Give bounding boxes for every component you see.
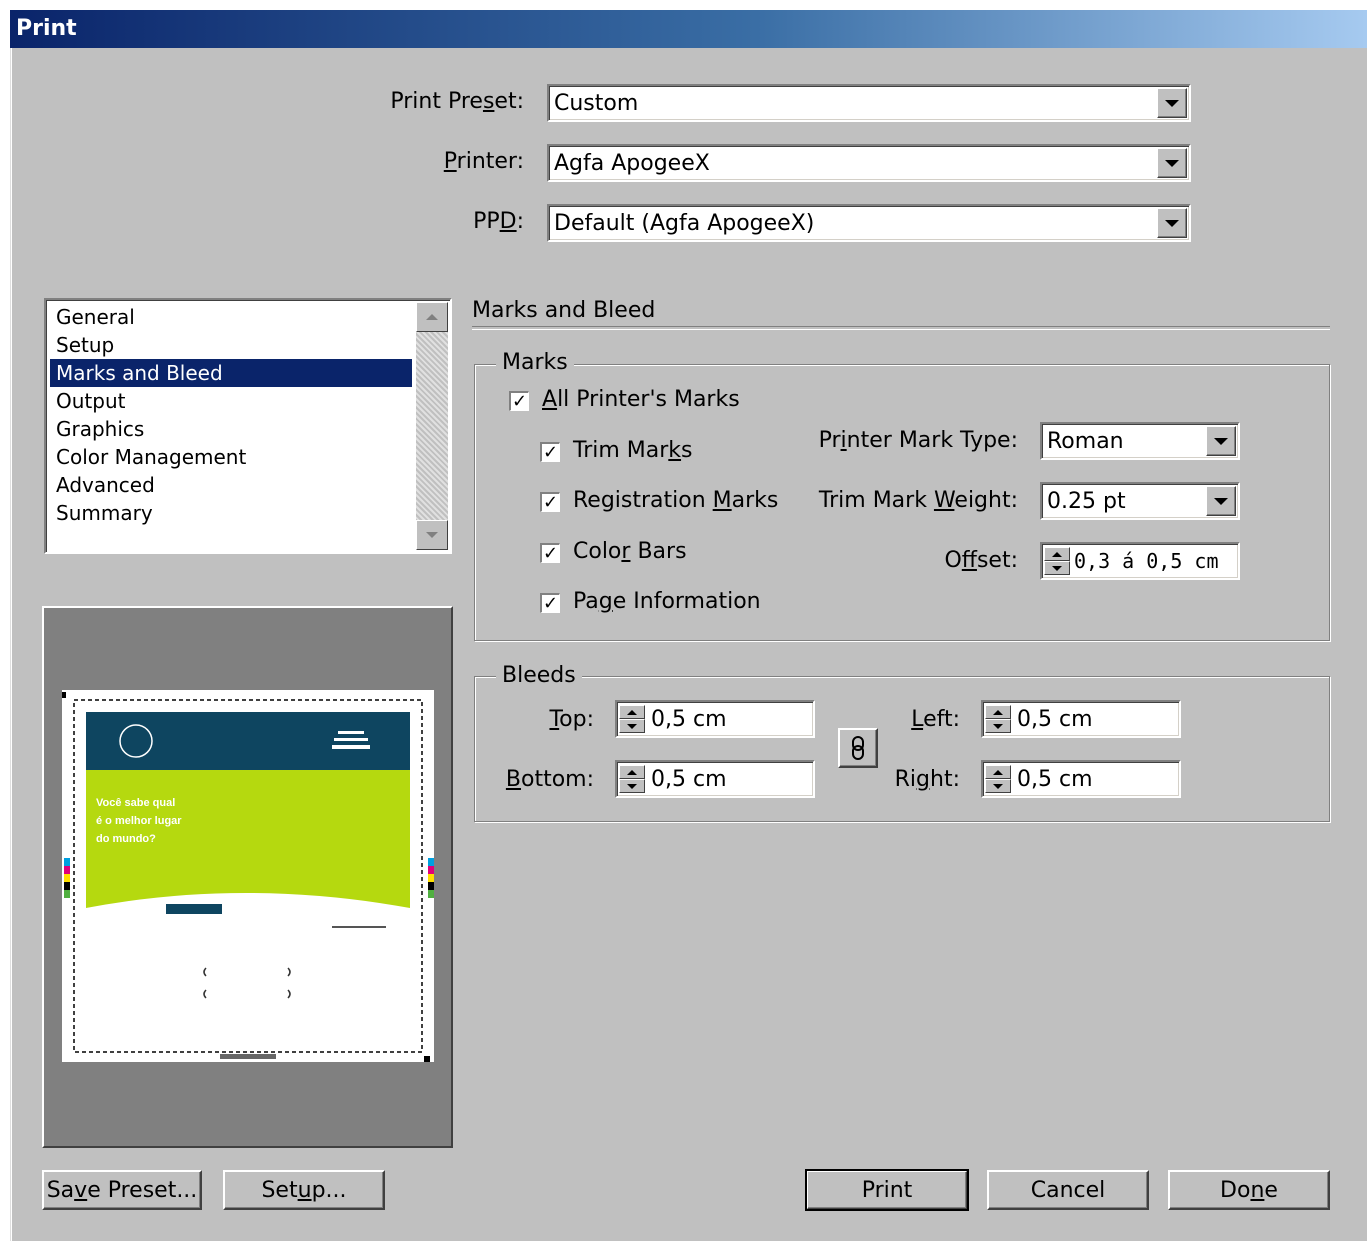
ppd-dropdown[interactable]: Default (Agfa ApogeeX) xyxy=(547,204,1191,242)
bleed-bottom-stepper[interactable] xyxy=(619,765,645,793)
chain-link-icon[interactable] xyxy=(838,728,878,768)
registration-marks-label[interactable]: Registration Marks xyxy=(573,487,778,515)
bleed-right-label: Right: xyxy=(894,767,960,792)
bleeds-group-title: Bleeds xyxy=(496,662,582,690)
chevron-down-icon[interactable] xyxy=(1157,88,1187,118)
setup-button[interactable]: Setup... xyxy=(223,1170,385,1210)
print-preset-value: Custom xyxy=(554,90,639,116)
trim-mark-weight-dropdown[interactable]: 0.25 pt xyxy=(1040,482,1240,520)
category-color-management[interactable]: Color Management xyxy=(50,443,412,471)
offset-label: Offset: xyxy=(944,548,1018,573)
trim-mark-weight-value: 0.25 pt xyxy=(1047,488,1126,514)
bleed-right-value: 0,5 cm xyxy=(1017,766,1093,792)
page-information-checkbox[interactable]: ✓ xyxy=(540,593,560,613)
bleed-top-field[interactable]: 0,5 cm xyxy=(615,700,815,738)
scroll-up-icon[interactable] xyxy=(416,302,448,332)
list-scrollbar[interactable] xyxy=(416,302,448,550)
page-information-label[interactable]: Page Information xyxy=(573,588,761,616)
stepper-down-icon[interactable] xyxy=(1044,561,1070,575)
bleed-left-label: Left: xyxy=(911,707,960,732)
print-preview: Você sabe qual é o melhor lugar do mundo… xyxy=(42,606,453,1148)
category-output[interactable]: Output xyxy=(50,387,412,415)
offset-field[interactable]: 0,3 á 0,5 cm xyxy=(1040,542,1240,580)
category-setup[interactable]: Setup xyxy=(50,331,412,359)
ppd-label: PPD: xyxy=(473,209,524,234)
trim-mark-weight-label: Trim Mark Weight: xyxy=(818,488,1018,513)
print-preset-label: Print Preset: xyxy=(390,89,524,114)
print-button[interactable]: Print xyxy=(805,1169,969,1211)
bleed-top-value: 0,5 cm xyxy=(651,706,727,732)
color-bars-label[interactable]: Color Bars xyxy=(573,538,687,566)
preview-headline-3: do mundo? xyxy=(96,833,156,845)
stepper-down-icon[interactable] xyxy=(985,779,1011,793)
bleed-bottom-value: 0,5 cm xyxy=(651,766,727,792)
category-advanced[interactable]: Advanced xyxy=(50,471,412,499)
category-marks-and-bleed[interactable]: Marks and Bleed xyxy=(50,359,412,387)
bleed-left-stepper[interactable] xyxy=(985,705,1011,733)
color-bars-checkbox[interactable]: ✓ xyxy=(540,543,560,563)
printer-mark-type-dropdown[interactable]: Roman xyxy=(1040,422,1240,460)
page-preview-image: Você sabe qual é o melhor lugar do mundo… xyxy=(62,690,434,1062)
chevron-down-icon[interactable] xyxy=(1206,426,1236,456)
bleeds-group xyxy=(474,676,1330,822)
bleed-right-stepper[interactable] xyxy=(985,765,1011,793)
marks-group-title: Marks xyxy=(496,349,574,377)
printer-dropdown[interactable]: Agfa ApogeeX xyxy=(547,144,1191,182)
offset-value: 0,3 á 0,5 cm xyxy=(1074,549,1219,573)
panel-title: Marks and Bleed xyxy=(472,298,656,323)
preview-headline-1: Você sabe qual xyxy=(96,797,175,809)
chevron-down-icon[interactable] xyxy=(1157,208,1187,238)
category-general[interactable]: General xyxy=(50,303,412,331)
category-list[interactable]: General Setup Marks and Bleed Output Gra… xyxy=(44,298,452,554)
save-preset-button[interactable]: Save Preset... xyxy=(42,1170,202,1210)
bleed-top-stepper[interactable] xyxy=(619,705,645,733)
done-button[interactable]: Done xyxy=(1168,1170,1330,1210)
bleed-top-label: Top: xyxy=(549,707,594,732)
stepper-down-icon[interactable] xyxy=(985,719,1011,733)
bleed-right-field[interactable]: 0,5 cm xyxy=(981,760,1181,798)
bleed-bottom-label: Bottom: xyxy=(505,767,594,792)
trim-marks-label[interactable]: Trim Marks xyxy=(573,437,693,465)
stepper-up-icon[interactable] xyxy=(985,765,1011,779)
category-summary[interactable]: Summary xyxy=(50,499,412,527)
bleed-bottom-field[interactable]: 0,5 cm xyxy=(615,760,815,798)
printer-label: Printer: xyxy=(443,149,524,174)
offset-stepper[interactable] xyxy=(1044,547,1070,575)
category-graphics[interactable]: Graphics xyxy=(50,415,412,443)
all-printers-marks-label[interactable]: All Printer's Marks xyxy=(542,386,740,414)
ppd-value: Default (Agfa ApogeeX) xyxy=(554,210,815,236)
stepper-up-icon[interactable] xyxy=(1044,547,1070,561)
title-bar: Print xyxy=(10,10,1367,48)
stepper-up-icon[interactable] xyxy=(985,705,1011,719)
bleed-left-value: 0,5 cm xyxy=(1017,706,1093,732)
registration-marks-checkbox[interactable]: ✓ xyxy=(540,492,560,512)
printer-value: Agfa ApogeeX xyxy=(554,150,710,176)
printer-mark-type-label: Printer Mark Type: xyxy=(818,428,1018,453)
bleed-left-field[interactable]: 0,5 cm xyxy=(981,700,1181,738)
scroll-down-icon[interactable] xyxy=(416,520,448,550)
trim-marks-checkbox[interactable]: ✓ xyxy=(540,442,560,462)
all-printers-marks-checkbox[interactable]: ✓ xyxy=(509,391,529,411)
chevron-down-icon[interactable] xyxy=(1206,486,1236,516)
panel-separator xyxy=(472,326,1330,330)
stepper-up-icon[interactable] xyxy=(619,705,645,719)
print-preset-dropdown[interactable]: Custom xyxy=(547,84,1191,122)
preview-headline-2: é o melhor lugar xyxy=(96,815,182,827)
stepper-down-icon[interactable] xyxy=(619,779,645,793)
chevron-down-icon[interactable] xyxy=(1157,148,1187,178)
printer-mark-type-value: Roman xyxy=(1047,428,1124,454)
stepper-down-icon[interactable] xyxy=(619,719,645,733)
stepper-up-icon[interactable] xyxy=(619,765,645,779)
cancel-button[interactable]: Cancel xyxy=(987,1170,1149,1210)
print-dialog: Print Print Preset: Custom Printer: Agfa… xyxy=(10,10,1367,1241)
